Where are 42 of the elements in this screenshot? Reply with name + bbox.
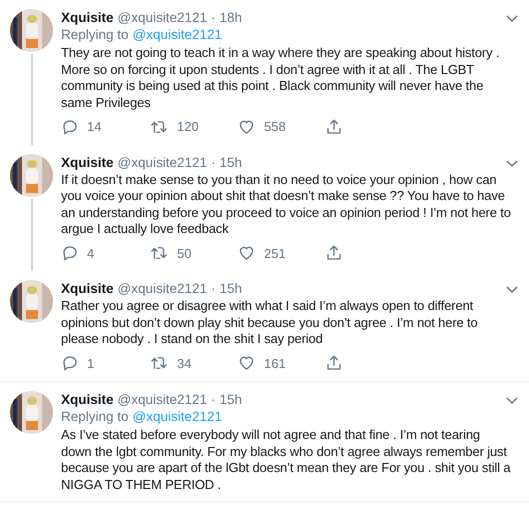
tweet-text: Rather you agree or disagree with what I said I’m always open to different opinions but don’t down play shit because you don’t agree . I’m not here to please nobody . I stand on the shit I say period: [61, 298, 479, 348]
author-handle[interactable]: @xquisite2121: [118, 9, 208, 26]
tweet-text: If it doesn’t make sense to you than it no need to voice your opinion , how can you voice your opinion about shit that doesn’t make sense ?? You have to have an understanding before you proceed to voice an opinion period ! I’m not here to argue I actually love feedback: [61, 172, 512, 238]
replying-label: Replying to: [61, 26, 129, 44]
heart-icon[interactable]: [237, 354, 256, 372]
author-handle[interactable]: @xquisite2121: [118, 154, 208, 170]
retweet-count: 34: [177, 354, 192, 372]
replying-label: Replying to: [61, 408, 129, 426]
retweet-count: 50: [177, 244, 192, 262]
like-count: 251: [264, 244, 286, 262]
author-name[interactable]: Xquisite: [61, 391, 114, 408]
reply-count: 4: [87, 244, 94, 262]
timestamp[interactable]: 15h: [220, 154, 242, 170]
separator-dot: ·: [211, 391, 216, 408]
reply-icon[interactable]: [61, 244, 79, 262]
reply-count: 14: [87, 118, 102, 136]
share-icon[interactable]: [325, 354, 343, 372]
retweet-count: 120: [177, 118, 199, 136]
timestamp[interactable]: 15h: [220, 280, 242, 297]
author-name[interactable]: Xquisite: [61, 9, 114, 26]
reply-icon[interactable]: [61, 118, 79, 136]
timestamp[interactable]: 18h: [220, 9, 242, 26]
reply-icon[interactable]: [61, 354, 79, 372]
separator-dot: ·: [211, 280, 216, 297]
reply-count: 1: [87, 354, 94, 372]
share-icon[interactable]: [325, 118, 343, 136]
author-handle[interactable]: @xquisite2121: [118, 391, 208, 408]
share-icon[interactable]: [325, 244, 343, 262]
author-name[interactable]: Xquisite: [61, 154, 114, 170]
like-count: 558: [264, 118, 286, 136]
author-name[interactable]: Xquisite: [61, 280, 114, 297]
mention-link[interactable]: @xquisite2121: [132, 26, 222, 44]
separator-dot: ·: [211, 9, 216, 26]
tweet-text: As I’ve stated before everybody will not agree and that fine . I’m not tearing down the lgbt community. For my blacks who don’t agree always remember just because you are apart of the lGbt doesn’t mean they are For you . shit you still a NIGGA TO THEM PERIOD .: [61, 427, 512, 493]
like-count: 161: [264, 354, 286, 372]
author-handle[interactable]: @xquisite2121: [118, 280, 208, 297]
mention-link[interactable]: @xquisite2121: [132, 408, 222, 426]
tweet-text: They are not going to teach it in a way where they are speaking about history . More so on forcing it upon students . I don’t agree with it at all . The LGBT community is being used at this point . Black community will never have the same Privileges: [61, 45, 500, 111]
separator-dot: ·: [211, 154, 216, 170]
heart-icon[interactable]: [237, 244, 256, 262]
timestamp[interactable]: 15h: [220, 391, 242, 408]
heart-icon[interactable]: [237, 118, 256, 136]
